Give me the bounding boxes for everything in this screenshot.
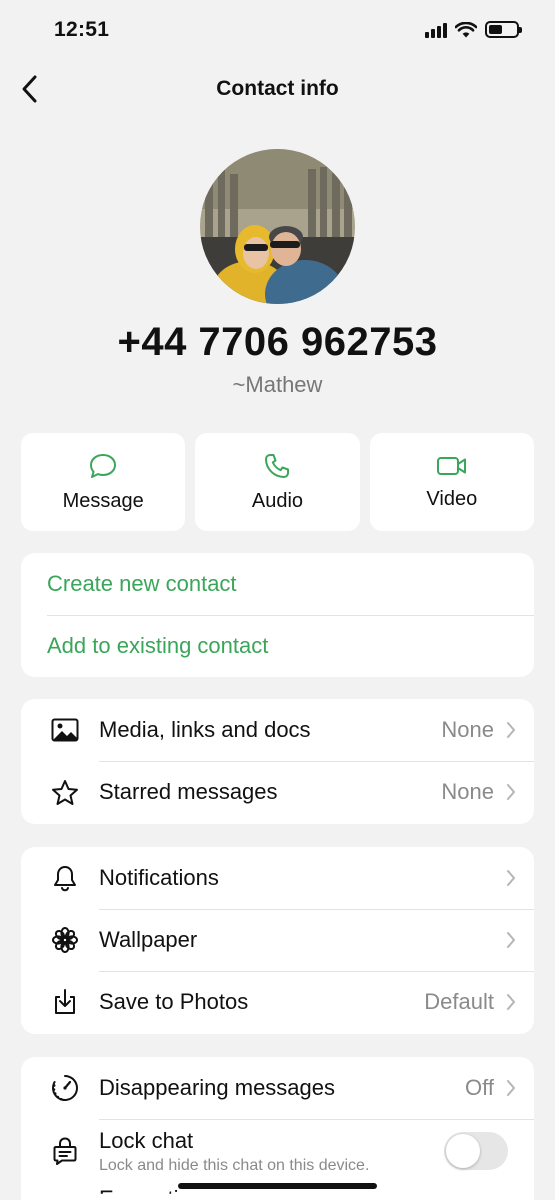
- notifications-row[interactable]: Notifications: [21, 847, 534, 909]
- disappearing-value: Off: [465, 1075, 494, 1100]
- quick-actions: Message Audio Video: [21, 433, 534, 531]
- settings-card: Notifications Wallpaper Save to Photos D…: [21, 847, 534, 1034]
- chevron-right-icon: [506, 931, 534, 949]
- avatar-photo: [200, 149, 355, 304]
- bell-icon: [21, 864, 99, 892]
- message-button[interactable]: Message: [21, 433, 186, 531]
- home-indicator[interactable]: [178, 1183, 377, 1189]
- status-icons: [425, 21, 522, 38]
- save-to-photos-row[interactable]: Save to Photos Default: [21, 971, 534, 1033]
- chevron-right-icon: [506, 1079, 534, 1097]
- battery-icon: [485, 21, 522, 38]
- chat-bubble-icon: [90, 453, 117, 478]
- lock-chat-text: Lock chat Lock and hide this chat on thi…: [99, 1128, 444, 1175]
- add-existing-contact-link[interactable]: Add to existing contact: [21, 615, 534, 677]
- chevron-right-icon: [506, 721, 534, 739]
- video-label: Video: [426, 487, 478, 510]
- media-card: Media, links and docs None Starred messa…: [21, 699, 534, 824]
- nav-bar: Contact info: [0, 62, 555, 118]
- lock-chat-label: Lock chat: [99, 1127, 194, 1153]
- timer-icon: [21, 1073, 99, 1103]
- lock-chat-icon: [21, 1136, 99, 1166]
- starred-value: None: [441, 779, 494, 804]
- disappearing-messages-row[interactable]: Disappearing messages Off: [21, 1057, 534, 1119]
- phone-icon: [265, 453, 290, 478]
- lock-chat-sublabel: Lock and hide this chat on this device.: [99, 1156, 370, 1174]
- status-time: 12:51: [54, 18, 110, 41]
- wallpaper-row[interactable]: Wallpaper: [21, 909, 534, 971]
- chevron-right-icon: [506, 783, 534, 801]
- contact-actions-card: Create new contact Add to existing conta…: [21, 553, 534, 677]
- contact-phone: +44 7706 962753: [117, 320, 438, 364]
- add-existing-label: Add to existing contact: [47, 633, 269, 658]
- chevron-right-icon: [506, 869, 534, 887]
- create-contact-label: Create new contact: [47, 571, 237, 596]
- chevron-right-icon: [506, 993, 534, 1011]
- lock-chat-row: Lock chat Lock and hide this chat on thi…: [21, 1119, 534, 1183]
- wifi-icon: [455, 21, 477, 37]
- contact-alias: ~Mathew: [232, 372, 323, 397]
- status-bar: 12:51: [0, 0, 555, 62]
- save-photos-value: Default: [424, 989, 494, 1014]
- media-links-docs-row[interactable]: Media, links and docs None: [21, 699, 534, 761]
- wallpaper-label: Wallpaper: [99, 927, 198, 952]
- audio-label: Audio: [251, 489, 304, 512]
- lock-chat-toggle[interactable]: [444, 1132, 508, 1170]
- toggle-knob: [446, 1134, 480, 1168]
- video-call-button[interactable]: Video: [369, 433, 534, 531]
- audio-call-button[interactable]: Audio: [195, 433, 360, 531]
- create-contact-link[interactable]: Create new contact: [21, 553, 534, 615]
- message-label: Message: [62, 489, 144, 512]
- notifications-label: Notifications: [99, 865, 219, 890]
- starred-messages-row[interactable]: Starred messages None: [21, 761, 534, 823]
- disappearing-label: Disappearing messages: [99, 1075, 336, 1100]
- privacy-card: Disappearing messages Off Lock chat Lock…: [21, 1057, 534, 1200]
- save-photos-label: Save to Photos: [99, 989, 249, 1014]
- flower-icon: [21, 926, 99, 954]
- media-value: None: [441, 717, 494, 742]
- image-icon: [21, 718, 99, 742]
- avatar[interactable]: [200, 149, 355, 304]
- signal-icon: [425, 22, 447, 38]
- media-label: Media, links and docs: [99, 717, 311, 742]
- page-title: Contact info: [216, 77, 339, 100]
- starred-label: Starred messages: [99, 779, 278, 804]
- video-camera-icon: [436, 456, 466, 475]
- star-icon: [21, 779, 99, 806]
- download-icon: [21, 988, 99, 1016]
